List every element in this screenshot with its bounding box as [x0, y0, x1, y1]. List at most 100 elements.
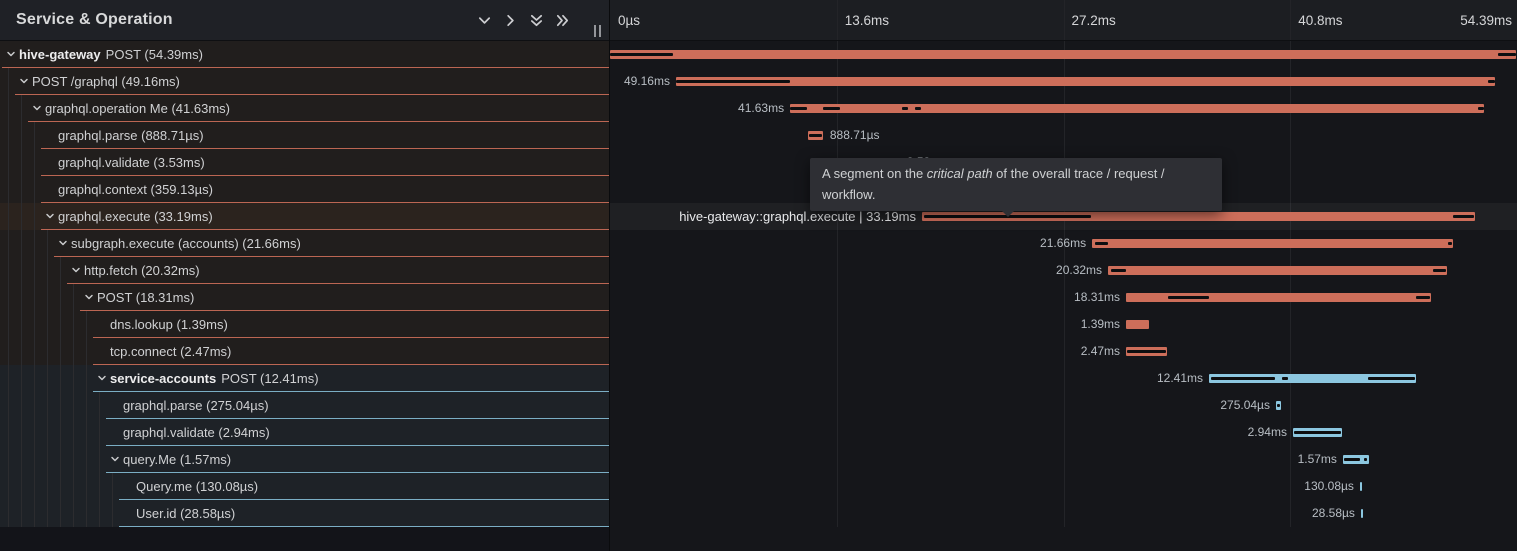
- span-name-row[interactable]: http.fetch (20.32ms): [0, 257, 609, 284]
- double-chevron-right-icon[interactable]: [549, 7, 575, 33]
- span-bar-row[interactable]: 28.58µs: [610, 500, 1517, 527]
- span-bar-row[interactable]: 2.47ms: [610, 338, 1517, 365]
- span-bar[interactable]: [676, 77, 1495, 86]
- span-bar-row[interactable]: 888.71µs: [610, 122, 1517, 149]
- span-name-row[interactable]: graphql.validate (3.53ms): [0, 149, 609, 176]
- chevron-down-icon[interactable]: [110, 454, 123, 464]
- critical-path-segment[interactable]: [823, 107, 840, 110]
- span-name-row[interactable]: dns.lookup (1.39ms): [0, 311, 609, 338]
- critical-path-segment[interactable]: [790, 107, 807, 110]
- indent-guide: [47, 392, 48, 419]
- column-resize-handle[interactable]: [594, 25, 601, 37]
- indent-guide: [21, 365, 22, 392]
- span-duration-label: 20.32ms: [1056, 257, 1102, 284]
- critical-path-segment[interactable]: [1488, 80, 1495, 83]
- critical-path-segment[interactable]: [610, 53, 673, 56]
- span-name-row[interactable]: tcp.connect (2.47ms): [0, 338, 609, 365]
- critical-path-segment[interactable]: [1448, 242, 1452, 245]
- timeline-tick-label: 13.6ms: [845, 0, 889, 40]
- timeline-gridline: [1290, 0, 1291, 40]
- critical-path-segment[interactable]: [1127, 350, 1165, 353]
- indent-guide: [8, 95, 9, 122]
- critical-path-segment[interactable]: [1277, 404, 1280, 407]
- span-name-row[interactable]: graphql.execute (33.19ms): [0, 203, 609, 230]
- double-chevron-down-icon[interactable]: [523, 7, 549, 33]
- critical-path-segment[interactable]: [1111, 269, 1126, 272]
- span-duration-label: 18.31ms: [1074, 284, 1120, 311]
- span-name-row[interactable]: service-accountsPOST (12.41ms): [0, 365, 609, 392]
- span-name-row[interactable]: User.id (28.58µs): [0, 500, 609, 527]
- span-bar[interactable]: [610, 50, 1516, 59]
- tooltip-text-italic: critical path: [927, 166, 993, 181]
- span-bar-row[interactable]: [610, 41, 1517, 68]
- critical-path-segment[interactable]: [1478, 107, 1484, 110]
- critical-path-segment[interactable]: [1211, 377, 1275, 380]
- chevron-down-icon[interactable]: [58, 238, 71, 248]
- span-name-row[interactable]: graphql.parse (888.71µs): [0, 122, 609, 149]
- chevron-down-icon[interactable]: [71, 265, 84, 275]
- chevron-down-icon[interactable]: [84, 292, 97, 302]
- chevron-down-icon[interactable]: [45, 211, 58, 221]
- critical-path-segment[interactable]: [1368, 377, 1415, 380]
- critical-path-segment[interactable]: [1282, 377, 1288, 380]
- critical-path-segment[interactable]: [1344, 458, 1360, 461]
- chevron-down-icon[interactable]: [6, 49, 19, 59]
- critical-path-segment[interactable]: [1433, 269, 1446, 272]
- critical-path-segment[interactable]: [1416, 296, 1429, 299]
- span-name-column: Service & Operation hive-gatewayPOST (54…: [0, 0, 610, 551]
- span-bar-row[interactable]: 1.39ms: [610, 311, 1517, 338]
- span-name-row[interactable]: subgraph.execute (accounts) (21.66ms): [0, 230, 609, 257]
- span-name-row[interactable]: query.Me (1.57ms): [0, 446, 609, 473]
- critical-path-segment[interactable]: [1453, 215, 1474, 218]
- span-bar-row[interactable]: 41.63ms: [610, 95, 1517, 122]
- indent-guide: [8, 203, 9, 230]
- span-bar-row[interactable]: 21.66ms: [610, 230, 1517, 257]
- span-bar-row[interactable]: 130.08µs: [610, 473, 1517, 500]
- span-bar[interactable]: [790, 104, 1483, 113]
- span-name-row[interactable]: hive-gatewayPOST (54.39ms): [0, 41, 609, 68]
- indent-guide: [73, 284, 74, 311]
- span-bar-row[interactable]: 275.04µs: [610, 392, 1517, 419]
- critical-path-segment[interactable]: [1095, 242, 1108, 245]
- span-duration-label: 1.57ms: [1298, 446, 1337, 473]
- timeline-tick-label: 27.2ms: [1072, 0, 1116, 40]
- span-bar-row[interactable]: 12.41ms: [610, 365, 1517, 392]
- span-name-row[interactable]: POST (18.31ms): [0, 284, 609, 311]
- span-bar-row[interactable]: 49.16ms: [610, 68, 1517, 95]
- span-name-row[interactable]: Query.me (130.08µs): [0, 473, 609, 500]
- indent-guide: [73, 500, 74, 527]
- critical-path-segment[interactable]: [902, 107, 908, 110]
- chevron-down-icon[interactable]: [19, 76, 32, 86]
- chevron-down-icon[interactable]: [32, 103, 45, 113]
- indent-guide: [60, 419, 61, 446]
- indent-guide: [34, 419, 35, 446]
- span-name-row[interactable]: graphql.context (359.13µs): [0, 176, 609, 203]
- indent-guide: [60, 473, 61, 500]
- span-bar-row[interactable]: 1.57ms: [610, 446, 1517, 473]
- span-name-row[interactable]: graphql.operation Me (41.63ms): [0, 95, 609, 122]
- critical-path-segment[interactable]: [1294, 431, 1341, 434]
- span-name-row[interactable]: graphql.validate (2.94ms): [0, 419, 609, 446]
- span-bar[interactable]: [1361, 509, 1363, 518]
- critical-path-segment[interactable]: [915, 107, 921, 110]
- indent-guide: [60, 311, 61, 338]
- span-bar-row[interactable]: 20.32ms: [610, 257, 1517, 284]
- span-bar-row[interactable]: 18.31ms: [610, 284, 1517, 311]
- span-bar-row[interactable]: 2.94ms: [610, 419, 1517, 446]
- span-bar[interactable]: [1126, 320, 1149, 329]
- indent-guide: [86, 392, 87, 419]
- critical-path-segment[interactable]: [1498, 53, 1516, 56]
- indent-guide: [86, 311, 87, 338]
- span-bar[interactable]: [1108, 266, 1446, 275]
- chevron-down-icon[interactable]: [471, 7, 497, 33]
- critical-path-segment[interactable]: [676, 80, 790, 83]
- critical-path-segment[interactable]: [809, 134, 822, 137]
- chevron-right-icon[interactable]: [497, 7, 523, 33]
- span-name-row[interactable]: graphql.parse (275.04µs): [0, 392, 609, 419]
- critical-path-segment[interactable]: [1168, 296, 1209, 299]
- indent-guide: [47, 311, 48, 338]
- span-name-row[interactable]: POST /graphql (49.16ms): [0, 68, 609, 95]
- span-bar[interactable]: [1360, 482, 1362, 491]
- span-bar[interactable]: [1092, 239, 1453, 248]
- chevron-down-icon[interactable]: [97, 373, 110, 383]
